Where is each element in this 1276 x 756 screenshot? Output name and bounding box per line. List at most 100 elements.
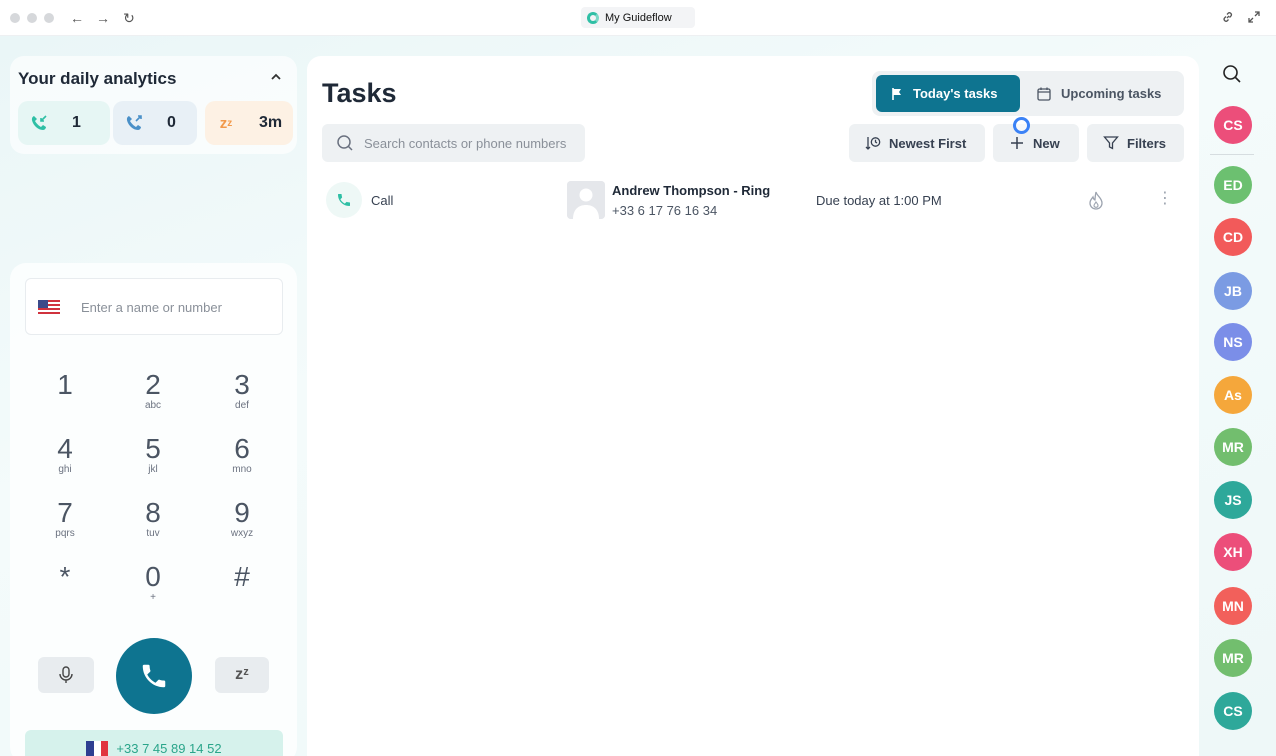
keypad-digit: 9 [234,497,250,528]
us-flag-icon[interactable] [38,300,60,315]
incoming-calls-count: 1 [72,114,81,131]
keypad-digit: 6 [234,433,250,464]
contact-avatar[interactable]: JS [1214,481,1252,519]
contact-avatar[interactable]: As [1214,376,1252,414]
voicemail-button[interactable] [38,657,94,693]
task-due-date: Due today at 1:00 PM [816,193,942,208]
keypad-key[interactable]: 0 + [123,562,183,604]
caller-id-selector[interactable]: +33 7 45 89 14 52 [25,730,283,756]
expand-icon[interactable] [1247,10,1261,27]
keypad-letters: pqrs [55,528,75,539]
contact-avatar[interactable]: NS [1214,323,1252,361]
keypad-digit: 1 [57,369,73,400]
keypad-key[interactable]: * [35,562,95,604]
calendar-icon [1037,87,1051,101]
keypad-key[interactable]: 7 pqrs [35,498,95,540]
keypad-key[interactable]: 4 ghi [35,434,95,476]
contact-avatar[interactable]: MR [1214,428,1252,466]
close-window-dot[interactable] [10,13,20,23]
keypad-letters: tuv [146,528,160,539]
keypad-letters: ghi [58,464,72,475]
contact-divider [1210,154,1254,155]
keypad-letters: mno [232,464,252,475]
keypad-letters [212,592,272,604]
search-placeholder: Search contacts or phone numbers [364,135,567,151]
sort-button[interactable]: Newest First [849,124,985,162]
snooze-stat: zz 3m [205,101,293,145]
back-arrow-icon[interactable]: ← [68,9,86,27]
sort-clock-icon [865,137,881,150]
more-options-icon[interactable]: ⋮ [1157,188,1173,208]
analytics-title: Your daily analytics [18,69,177,88]
contact-avatar[interactable]: CD [1214,218,1252,256]
browser-tab[interactable]: My Guideflow [581,7,695,28]
keypad-key[interactable]: # [212,562,272,604]
minimize-window-dot[interactable] [27,13,37,23]
filters-button[interactable]: Filters [1087,124,1184,162]
priority-flame-icon[interactable] [1087,190,1105,215]
keypad-digit: 3 [234,369,250,400]
keypad-key[interactable]: 6 mno [212,434,272,476]
search-icon [337,135,353,151]
caller-id-number: +33 7 45 89 14 52 [116,740,222,756]
reload-icon[interactable]: ↻ [120,9,138,27]
keypad-digit: 8 [145,497,161,528]
keypad-digit: 5 [145,433,161,464]
call-type-icon [326,182,362,218]
click-indicator [1013,117,1030,134]
contact-avatar[interactable]: MN [1214,587,1252,625]
snooze-button[interactable]: zᶻ [215,657,269,693]
keypad-letters: + [150,592,156,603]
window-controls[interactable] [10,13,54,23]
keypad-digit: 4 [57,433,73,464]
task-contact-name[interactable]: Andrew Thompson - Ring [612,183,770,198]
outgoing-calls-count: 0 [167,114,176,131]
contact-avatar[interactable]: CS [1214,692,1252,730]
keypad-key[interactable]: 2 abc [123,370,183,412]
contact-avatar[interactable]: CS [1214,106,1252,144]
link-icon[interactable] [1221,10,1235,27]
outgoing-call-icon [123,112,145,134]
maximize-window-dot[interactable] [44,13,54,23]
new-task-button[interactable]: New [993,124,1079,162]
tab-todays-tasks-label: Today's tasks [913,86,998,101]
new-label: New [1033,135,1060,151]
task-row[interactable]: Call Andrew Thompson - Ring +33 6 17 76 … [322,180,1184,220]
phone-icon [142,664,166,688]
guideflow-logo-icon [587,11,599,24]
keypad-key[interactable]: 5 jkl [123,434,183,476]
contacts-sidebar: CS ED CD JB NS As MR JS XH MN MR CS [1200,36,1276,756]
contact-avatar[interactable]: ED [1214,166,1252,204]
keypad-digit: # [234,561,250,592]
flag-icon [892,87,901,100]
microphone-icon [59,666,73,683]
keypad-digit: 0 [145,561,161,592]
daily-analytics-card: Your daily analytics 1 0 zz 3m [10,56,297,154]
keypad-key[interactable]: 9 wxyz [212,498,272,540]
keypad-key[interactable]: 1 [35,370,95,412]
search-icon[interactable] [1222,64,1242,89]
keypad-letters: jkl [148,464,158,475]
dial-input-placeholder: Enter a name or number [81,300,222,315]
chevron-up-icon[interactable] [271,70,281,84]
keypad-key[interactable]: 8 tuv [123,498,183,540]
tab-upcoming-tasks[interactable]: Upcoming tasks [1022,75,1180,112]
keypad-key[interactable]: 3 def [212,370,272,412]
search-input[interactable]: Search contacts or phone numbers [322,124,585,162]
incoming-call-icon [28,112,50,134]
call-button[interactable] [116,638,192,714]
forward-arrow-icon[interactable]: → [94,9,112,27]
contact-avatar[interactable]: JB [1214,272,1252,310]
keypad-letters [35,592,95,604]
task-type: Call [371,193,394,208]
contact-avatar[interactable]: XH [1214,533,1252,571]
browser-toolbar: ← → ↻ My Guideflow [0,0,1276,36]
keypad-letters [35,400,95,412]
keypad-digit: * [59,561,71,592]
tab-todays-tasks[interactable]: Today's tasks [876,75,1020,112]
sort-label: Newest First [889,135,967,151]
filter-icon [1103,136,1119,150]
dial-input-field[interactable]: Enter a name or number [25,278,283,335]
contact-avatar[interactable]: MR [1214,639,1252,677]
task-contact-phone: +33 6 17 76 16 34 [612,203,718,218]
